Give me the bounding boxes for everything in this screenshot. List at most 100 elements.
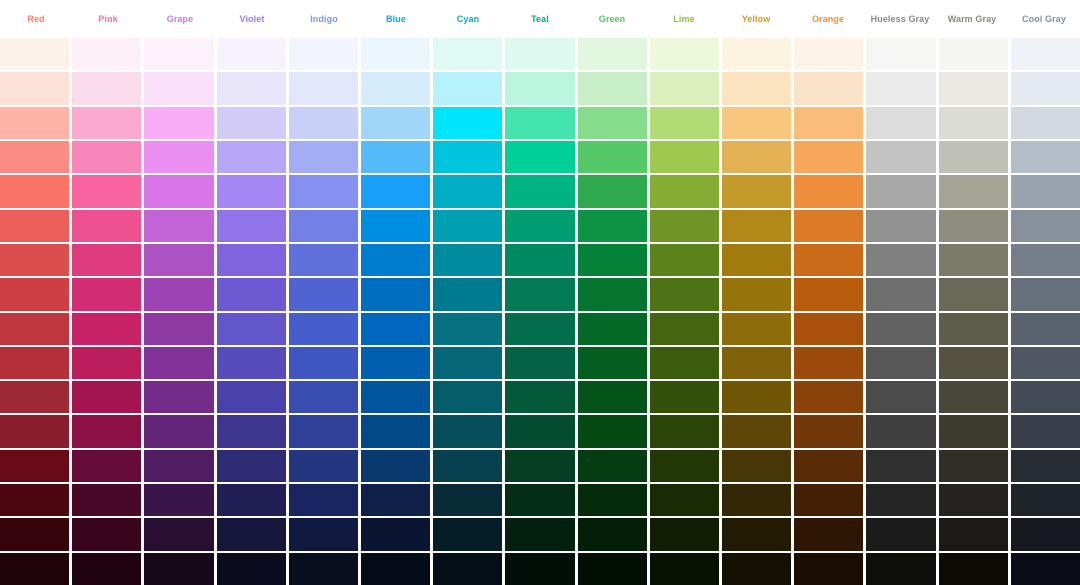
- swatch-indigo-10[interactable]: [288, 346, 358, 380]
- swatch-indigo-3[interactable]: [288, 106, 358, 139]
- swatch-green-2[interactable]: [577, 72, 647, 105]
- swatch-red-16[interactable]: [0, 552, 70, 585]
- swatch-indigo-1[interactable]: [288, 38, 358, 71]
- swatch-warm-gray-13[interactable]: [938, 449, 1008, 483]
- swatch-red-3[interactable]: [0, 106, 70, 139]
- swatch-green-4[interactable]: [577, 140, 647, 174]
- swatch-hueless-gray-11[interactable]: [866, 381, 936, 414]
- swatch-hueless-gray-9[interactable]: [866, 312, 936, 345]
- swatch-cyan-7[interactable]: [433, 243, 503, 277]
- swatch-cyan-8[interactable]: [433, 278, 503, 311]
- swatch-hueless-gray-5[interactable]: [866, 175, 936, 208]
- swatch-blue-11[interactable]: [360, 381, 431, 414]
- swatch-cyan-13[interactable]: [433, 449, 503, 483]
- swatch-yellow-12[interactable]: [721, 415, 792, 448]
- swatch-violet-8[interactable]: [216, 278, 286, 311]
- swatch-warm-gray-6[interactable]: [938, 209, 1008, 242]
- swatch-indigo-7[interactable]: [288, 243, 358, 277]
- swatch-grape-16[interactable]: [144, 552, 214, 585]
- swatch-hueless-gray-3[interactable]: [866, 106, 936, 139]
- swatch-warm-gray-11[interactable]: [938, 381, 1008, 414]
- swatch-grape-12[interactable]: [144, 415, 214, 448]
- swatch-orange-10[interactable]: [794, 346, 864, 380]
- swatch-teal-6[interactable]: [505, 209, 575, 242]
- swatch-pink-9[interactable]: [72, 312, 142, 345]
- swatch-violet-13[interactable]: [216, 449, 286, 483]
- swatch-indigo-16[interactable]: [288, 552, 358, 585]
- swatch-green-5[interactable]: [577, 175, 647, 208]
- swatch-indigo-6[interactable]: [288, 209, 358, 242]
- swatch-grape-3[interactable]: [144, 106, 214, 139]
- swatch-blue-3[interactable]: [360, 106, 431, 139]
- swatch-lime-16[interactable]: [649, 552, 719, 585]
- swatch-pink-4[interactable]: [72, 140, 142, 174]
- swatch-warm-gray-14[interactable]: [938, 484, 1008, 517]
- swatch-warm-gray-7[interactable]: [938, 243, 1008, 277]
- swatch-cool-gray-9[interactable]: [1010, 312, 1080, 345]
- swatch-hueless-gray-13[interactable]: [866, 449, 936, 483]
- swatch-orange-4[interactable]: [794, 140, 864, 174]
- swatch-warm-gray-9[interactable]: [938, 312, 1008, 345]
- swatch-blue-5[interactable]: [360, 175, 431, 208]
- swatch-hueless-gray-16[interactable]: [866, 552, 936, 585]
- swatch-cool-gray-11[interactable]: [1010, 381, 1080, 414]
- swatch-cool-gray-14[interactable]: [1010, 484, 1080, 517]
- swatch-indigo-4[interactable]: [288, 140, 358, 174]
- swatch-cyan-14[interactable]: [433, 484, 503, 517]
- swatch-grape-6[interactable]: [144, 209, 214, 242]
- swatch-yellow-14[interactable]: [721, 484, 792, 517]
- swatch-yellow-8[interactable]: [721, 278, 792, 311]
- swatch-cyan-11[interactable]: [433, 381, 503, 414]
- swatch-hueless-gray-7[interactable]: [866, 243, 936, 277]
- swatch-pink-14[interactable]: [72, 484, 142, 517]
- swatch-blue-13[interactable]: [360, 449, 431, 483]
- swatch-green-10[interactable]: [577, 346, 647, 380]
- swatch-grape-9[interactable]: [144, 312, 214, 345]
- swatch-violet-15[interactable]: [216, 518, 286, 551]
- swatch-cool-gray-15[interactable]: [1010, 518, 1080, 551]
- swatch-hueless-gray-10[interactable]: [866, 346, 936, 380]
- swatch-grape-15[interactable]: [144, 518, 214, 551]
- swatch-orange-7[interactable]: [794, 243, 864, 277]
- swatch-grape-8[interactable]: [144, 278, 214, 311]
- swatch-blue-1[interactable]: [360, 38, 431, 71]
- swatch-pink-6[interactable]: [72, 209, 142, 242]
- swatch-teal-9[interactable]: [505, 312, 575, 345]
- swatch-blue-8[interactable]: [360, 278, 431, 311]
- swatch-orange-15[interactable]: [794, 518, 864, 551]
- swatch-lime-4[interactable]: [649, 140, 719, 174]
- swatch-violet-5[interactable]: [216, 175, 286, 208]
- swatch-green-11[interactable]: [577, 381, 647, 414]
- swatch-warm-gray-10[interactable]: [938, 346, 1008, 380]
- swatch-yellow-13[interactable]: [721, 449, 792, 483]
- swatch-lime-1[interactable]: [649, 38, 719, 71]
- swatch-blue-2[interactable]: [360, 72, 431, 105]
- swatch-cool-gray-4[interactable]: [1010, 140, 1080, 174]
- swatch-cool-gray-8[interactable]: [1010, 278, 1080, 311]
- swatch-pink-3[interactable]: [72, 106, 142, 139]
- swatch-cool-gray-12[interactable]: [1010, 415, 1080, 448]
- swatch-cool-gray-13[interactable]: [1010, 449, 1080, 483]
- swatch-warm-gray-1[interactable]: [938, 38, 1008, 71]
- swatch-yellow-4[interactable]: [721, 140, 792, 174]
- swatch-hueless-gray-4[interactable]: [866, 140, 936, 174]
- swatch-indigo-11[interactable]: [288, 381, 358, 414]
- swatch-green-12[interactable]: [577, 415, 647, 448]
- swatch-lime-12[interactable]: [649, 415, 719, 448]
- swatch-red-14[interactable]: [0, 484, 70, 517]
- swatch-blue-16[interactable]: [360, 552, 431, 585]
- swatch-lime-11[interactable]: [649, 381, 719, 414]
- swatch-violet-7[interactable]: [216, 243, 286, 277]
- swatch-teal-5[interactable]: [505, 175, 575, 208]
- swatch-violet-3[interactable]: [216, 106, 286, 139]
- swatch-blue-9[interactable]: [360, 312, 431, 345]
- swatch-teal-1[interactable]: [505, 38, 575, 71]
- swatch-lime-14[interactable]: [649, 484, 719, 517]
- swatch-teal-13[interactable]: [505, 449, 575, 483]
- swatch-cool-gray-16[interactable]: [1010, 552, 1080, 585]
- swatch-blue-15[interactable]: [360, 518, 431, 551]
- swatch-green-3[interactable]: [577, 106, 647, 139]
- swatch-cyan-15[interactable]: [433, 518, 503, 551]
- swatch-green-7[interactable]: [577, 243, 647, 277]
- swatch-orange-12[interactable]: [794, 415, 864, 448]
